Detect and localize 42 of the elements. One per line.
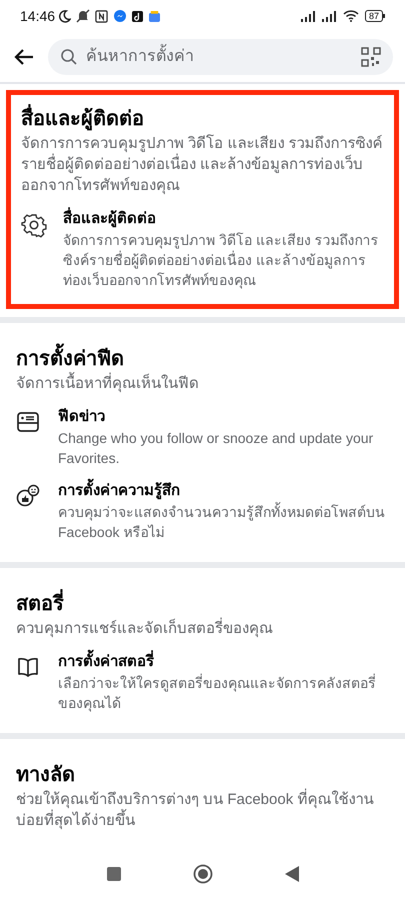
section-description: จัดการการควบคุมรูปภาพ วิดีโอ และเสียง รวมถึงการซิงค์รายชื่อผู้ติดต่ออย่างต่อเนื่อง และล้างข้อมูลการท่องเว็บออกจากโทรศัพท์ของคุณ [21,133,384,196]
section-description: จัดการเนื้อหาที่คุณเห็นในฟีด [16,373,389,394]
search-field[interactable]: ค้นหาการตั้งค่า [86,42,353,72]
status-time: 14:46 [20,6,56,26]
settings-item[interactable]: การตั้งค่าความรู้สึก ควบคุมว่าจะแสดงจำนวนความรู้สึกทั้งหมดต่อโพสต์บน Facebook หรือไม่ [16,480,389,542]
item-title: การตั้งค่าสตอรี่ [58,651,389,673]
item-title: สื่อและผู้ติดต่อ [63,208,384,230]
item-title: การตั้งค่าความรู้สึก [58,480,389,502]
app-icon [149,10,160,22]
item-description: Change who you follow or snooze and update your Favorites. [58,429,374,468]
search-bar[interactable]: ค้นหาการตั้งค่า [48,39,393,75]
muted-bell-icon [76,9,90,23]
item-description: ควบคุมว่าจะแสดงจำนวนความรู้สึกทั้งหมดต่อโพสต์บน Facebook หรือไม่ [58,502,386,542]
music-note-icon [132,10,144,22]
item-title: ฟีดข่าว [58,407,106,427]
section-title: การตั้งค่าฟีด [16,345,389,373]
home-button[interactable] [192,864,212,884]
settings-item[interactable]: สื่อและผู้ติดต่อ จัดการการควบคุมรูปภาพ วิดีโอ และเสียง รวมถึงการซิงค์รายชื่อผู้ติดต่ออย่างต่อเนื่อง และล้างข้อมูลการท่องเว็บออกจากโทรศัพท์ของคุณ [21,208,384,290]
nfc-icon [95,10,108,22]
gear-icon [21,212,47,238]
moon-icon [58,10,72,22]
book-icon [16,655,40,679]
settings-item[interactable]: การตั้งค่าสตอรี่ เลือกว่าจะให้ใครดูสตอรี่ของคุณและจัดการคลังสตอรี่ของคุณได้ [16,651,389,713]
section-description: ช่วยให้คุณเข้าถึงบริการต่างๆ บน Facebook ที่คุณใช้งานบ่อยที่สุดได้ง่ายขึ้น [16,789,389,831]
reaction-icon [16,484,40,508]
battery-icon: 87 [364,10,385,22]
section-title: ทางลัด [16,763,76,788]
chat-bubble-icon [114,10,126,22]
signal-icon [300,10,317,22]
back-button[interactable] [284,866,298,882]
recents-button[interactable] [106,867,120,881]
section-title: สตอรี่ [16,590,389,618]
section-title: สื่อและผู้ติดต่อ [21,105,384,133]
qr-code-icon[interactable] [361,47,381,67]
section-description: ควบคุมการแชร์และจัดเก็บสตอรี่ของคุณ [16,618,389,639]
wifi-icon [342,10,359,22]
settings-item[interactable]: ฟีดข่าว Change who you follow or snooze and update your Favorites. [16,406,389,468]
signal-icon [322,10,338,22]
news-feed-icon [16,410,40,434]
search-icon [60,48,78,66]
item-description: เลือกว่าจะให้ใครดูสตอรี่ของคุณและจัดการคลังสตอรี่ของคุณได้ [58,673,377,713]
item-description: จัดการการควบคุมรูปภาพ วิดีโอ และเสียง รวมถึงการซิงค์รายชื่อผู้ติดต่ออย่างต่อเนื่อง และล้างข้อมูลการท่องเว็บออกจากโทรศัพท์ของคุณ [63,231,380,290]
